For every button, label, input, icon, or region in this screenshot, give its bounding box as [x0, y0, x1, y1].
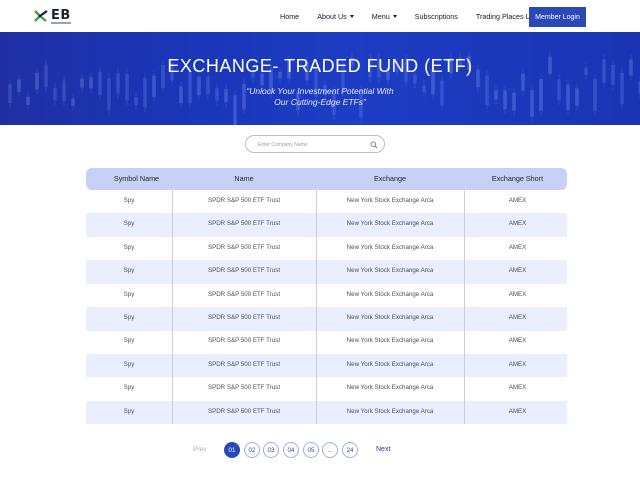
cell-name: SPDR S&P 500 ETF Trust	[207, 360, 281, 368]
table-row[interactable]: Spy SPDR S&P 500 ETF Trust New York Stock …	[86, 213, 567, 237]
column-divider	[172, 190, 173, 424]
nav-item-label: Menu	[371, 11, 390, 21]
page-button-02[interactable]: 02	[244, 442, 260, 458]
cell-symbol: Spy	[123, 360, 135, 368]
chevron-down-icon	[392, 15, 397, 18]
cell-symbol: Spy	[123, 220, 135, 228]
nav-item-subscriptions[interactable]: Subscriptions	[415, 12, 458, 21]
cell-exchange-short: AMEX	[508, 243, 527, 251]
cell-name: SPDR S&P 500 ETF Trust	[207, 243, 281, 251]
cell-exchange-short: AMEX	[508, 360, 527, 368]
page-button-04[interactable]: 04	[283, 442, 299, 458]
table-row[interactable]: Spy SPDR S&P 500 ETF Trust New York Stock …	[86, 260, 567, 284]
cell-symbol: Spy	[123, 267, 135, 275]
search-input[interactable]	[258, 140, 363, 149]
column-divider	[464, 190, 465, 424]
cell-exchange: New York Stock Exchange Arca	[346, 407, 434, 415]
cell-exchange: New York Stock Exchange Arca	[346, 267, 434, 275]
cell-name: SPDR S&P 500 ETF Trust	[207, 290, 281, 298]
cell-exchange-short: AMEX	[508, 337, 527, 345]
eb-logo[interactable]: EB	[33, 8, 73, 26]
eb-logo-icon	[34, 10, 48, 22]
cell-symbol: Spy	[123, 407, 135, 415]
next-page-button[interactable]: Next	[376, 446, 390, 453]
site-header: EB Home About Us Menu Subscriptions Trading …	[0, 0, 640, 32]
cell-exchange-short: AMEX	[508, 314, 527, 321]
cell-exchange-short: AMEX	[508, 290, 527, 298]
cell-symbol: Spy	[123, 243, 135, 251]
page-button-24[interactable]: 24	[342, 442, 358, 458]
page-button-05[interactable]: 05	[303, 442, 319, 458]
cell-name: SPDR S&P 500 ETF Trust	[207, 384, 281, 392]
cell-symbol: Spy	[123, 384, 135, 392]
page-button-01[interactable]: 01	[224, 442, 240, 458]
cell-symbol: Spy	[123, 197, 135, 204]
table-row[interactable]: Spy SPDR S&P 500 ETF Trust New York Stock …	[86, 353, 567, 378]
table-row[interactable]: Spy SPDR S&P 500 ETF Trust New York Stock …	[86, 237, 567, 261]
cell-exchange: New York Stock Exchange Arca	[346, 243, 434, 251]
cell-name: SPDR S&P 500 ETF Trust	[207, 220, 281, 228]
search-icon[interactable]	[370, 141, 378, 149]
hero-subtitle-line-2: Our Cutting-Edge ETFs”	[274, 97, 366, 107]
logo-text: EB	[51, 8, 71, 23]
company-search	[245, 135, 385, 153]
nav-item-label: About Us	[317, 11, 347, 21]
nav-item-label: Subscriptions	[414, 11, 458, 21]
main-nav: Home About Us Menu Subscriptions Trading Pla…	[280, 0, 557, 32]
cell-exchange: New York Stock Exchange Arca	[346, 220, 434, 228]
cell-exchange-short: AMEX	[508, 197, 527, 204]
page-button-03[interactable]: 03	[263, 442, 279, 458]
cell-exchange-short: AMEX	[508, 407, 527, 415]
nav-item-label: Home	[280, 11, 300, 21]
cell-name: SPDR S&P 500 ETF Trust	[207, 267, 281, 275]
nav-item-home[interactable]: Home	[280, 12, 299, 21]
chevron-down-icon	[349, 15, 354, 18]
column-header-name: Name	[234, 174, 254, 183]
column-header-exchange: Exchange	[374, 174, 406, 183]
cell-symbol: Spy	[123, 337, 135, 345]
table-row[interactable]: Spy SPDR S&P 500 ETF Trust New York Stock …	[86, 377, 567, 401]
prev-page-button[interactable]: Prev	[193, 446, 206, 453]
cell-symbol: Spy	[123, 314, 135, 321]
candlestick-background-graphic	[8, 50, 640, 125]
cell-exchange: New York Stock Exchange Arca	[346, 360, 434, 368]
cell-exchange-short: AMEX	[508, 384, 527, 392]
column-header-exchange-short: Exchange Short	[491, 174, 544, 183]
table-row[interactable]: Spy SPDR S&P 500 ETF Trust New York Stock …	[86, 400, 567, 425]
cell-exchange-short: AMEX	[508, 267, 527, 275]
cell-name: SPDR S&P 500 ETF Trust	[207, 337, 281, 345]
nav-item-about-us[interactable]: About Us	[317, 12, 354, 21]
cell-name: SPDR S&P 500 ETF Trust	[207, 197, 281, 204]
table-row[interactable]: Spy SPDR S&P 500 ETF Trust New York Stock …	[86, 284, 567, 308]
cell-exchange-short: AMEX	[508, 220, 527, 228]
table-header: Symbol Name Name Exchange Exchange Short	[86, 168, 567, 190]
table-row[interactable]: Spy SPDR S&P 500 ETF Trust New York Stock …	[86, 307, 567, 331]
hero-subtitle: “Unlock Your Investment Potential With O…	[0, 86, 640, 108]
hero-subtitle-line-1: “Unlock Your Investment Potential With	[246, 86, 394, 96]
table-row[interactable]: Spy SPDR S&P 500 ETF Trust New York Stock …	[86, 190, 567, 214]
cell-name: SPDR S&P 500 ETF Trust	[207, 314, 281, 321]
cell-exchange: New York Stock Exchange Arca	[346, 337, 434, 345]
page-title: EXCHANGE- TRADED FUND (ETF)	[167, 56, 473, 76]
page-ellipsis[interactable]: ...	[322, 442, 338, 458]
member-login-button[interactable]: Member Login	[529, 7, 586, 27]
logo-tagline-mark	[51, 22, 71, 24]
table-row[interactable]: Spy SPDR S&P 500 ETF Trust New York Stock …	[86, 330, 567, 354]
hero-banner: EXCHANGE- TRADED FUND (ETF) “Unlock Your…	[0, 32, 640, 125]
nav-item-menu[interactable]: Menu	[372, 12, 397, 21]
cell-symbol: Spy	[123, 290, 135, 298]
cell-exchange: New York Stock Exchange Arca	[346, 290, 434, 298]
cell-exchange: New York Stock Exchange Arca	[346, 197, 434, 204]
pagination: Prev Next 01 02 03 04 05... 24	[0, 442, 640, 459]
cell-name: SPDR S&P 500 ETF Trust	[207, 407, 281, 415]
cell-exchange: New York Stock Exchange Arca	[346, 314, 434, 321]
column-divider	[316, 190, 317, 424]
cell-exchange: New York Stock Exchange Arca	[346, 384, 434, 392]
